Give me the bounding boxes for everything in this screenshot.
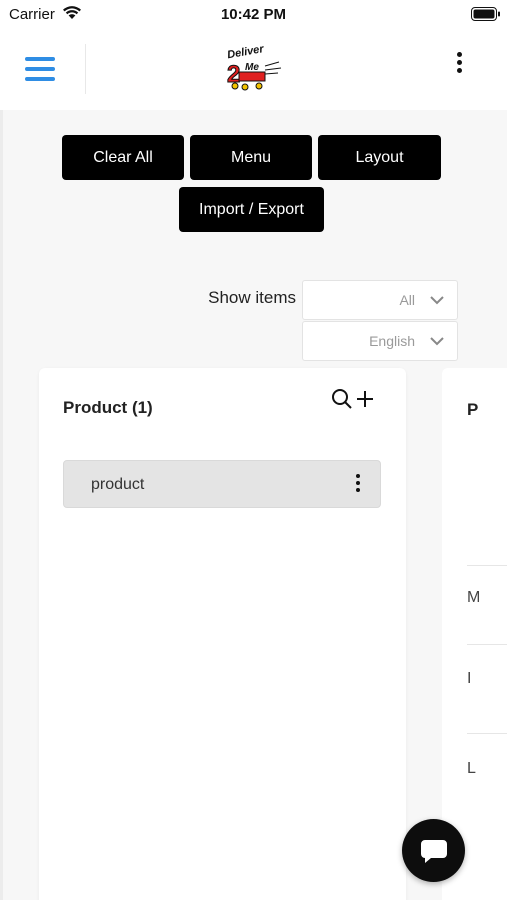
next-card: P M I L bbox=[442, 368, 507, 900]
header-divider bbox=[85, 44, 86, 94]
language-value: English bbox=[369, 333, 415, 349]
status-time: 10:42 PM bbox=[220, 6, 287, 23]
chat-button[interactable] bbox=[402, 819, 465, 882]
app-header: Deliver 2 Me bbox=[0, 30, 507, 110]
battery-icon bbox=[471, 7, 500, 21]
menu-button[interactable]: Menu bbox=[190, 135, 312, 180]
add-icon[interactable] bbox=[354, 388, 376, 410]
show-items-select[interactable]: All bbox=[302, 280, 458, 320]
show-items-value: All bbox=[399, 292, 415, 308]
clear-all-button[interactable]: Clear All bbox=[62, 135, 184, 180]
chevron-down-icon bbox=[430, 337, 444, 346]
next-card-row[interactable]: I bbox=[467, 670, 471, 688]
deliver2me-logo[interactable]: Deliver 2 Me bbox=[221, 42, 283, 94]
search-icon[interactable] bbox=[331, 388, 353, 410]
import-export-button[interactable]: Import / Export bbox=[179, 187, 324, 232]
next-card-title: P bbox=[467, 400, 479, 419]
item-options-icon[interactable] bbox=[352, 472, 364, 496]
show-items-label: Show items bbox=[208, 288, 296, 307]
divider bbox=[467, 565, 507, 566]
divider bbox=[467, 733, 507, 734]
svg-text:Deliver: Deliver bbox=[226, 43, 265, 61]
product-item-label: product bbox=[91, 476, 145, 493]
chevron-down-icon bbox=[430, 296, 444, 305]
next-card-row[interactable]: L bbox=[467, 760, 476, 778]
next-card-row[interactable]: M bbox=[467, 589, 480, 607]
chat-bubble-icon bbox=[420, 839, 447, 863]
svg-text:Me: Me bbox=[245, 62, 259, 73]
content-edge bbox=[0, 110, 3, 900]
product-card-title: Product (1) bbox=[63, 398, 153, 417]
product-card: Product (1) product bbox=[39, 368, 406, 900]
more-options-icon[interactable] bbox=[448, 46, 472, 78]
hamburger-menu-icon[interactable] bbox=[22, 52, 58, 88]
status-bar: Carrier 10:42 PM bbox=[0, 0, 507, 30]
product-list-item[interactable]: product bbox=[63, 460, 381, 508]
divider bbox=[467, 644, 507, 645]
layout-button[interactable]: Layout bbox=[318, 135, 441, 180]
language-select[interactable]: English bbox=[302, 321, 458, 361]
